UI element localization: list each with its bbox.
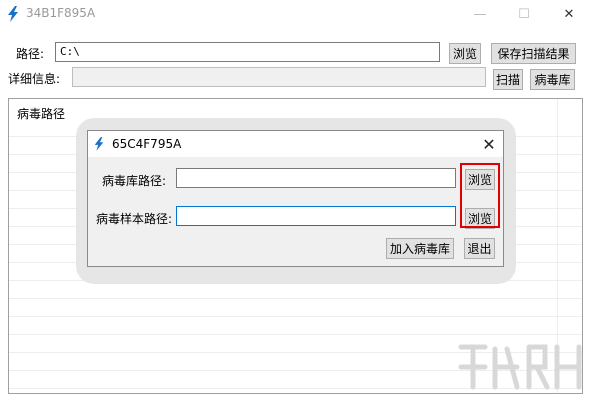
window-title: 34B1F895A — [26, 6, 96, 20]
list-column-divider — [557, 99, 558, 393]
lightning-icon — [94, 137, 104, 151]
browse-button[interactable]: 浏览 — [449, 43, 481, 64]
virus-sample-path-label: 病毒样本路径: — [96, 212, 173, 226]
path-label: 路径: — [16, 47, 45, 61]
lightning-icon — [8, 6, 18, 22]
minimize-icon: — — [473, 6, 487, 22]
browse-lib-button[interactable]: 浏览 — [465, 169, 495, 190]
title-bar: 34B1F895A — ☐ ✕ — [0, 0, 591, 28]
maximize-button[interactable]: ☐ — [502, 0, 546, 28]
virus-sample-path-input[interactable] — [176, 206, 456, 226]
exit-button[interactable]: 退出 — [464, 238, 495, 259]
list-header-virus-path: 病毒路径 — [17, 105, 70, 122]
virus-lib-path-input[interactable] — [176, 168, 456, 188]
detail-label: 详细信息: — [8, 72, 61, 86]
add-virus-dialog: 65C4F795A ✕ 病毒库路径: 浏览 病毒样本路径: 浏览 加入病毒库 退… — [87, 130, 504, 267]
dialog-title: 65C4F795A — [112, 137, 182, 151]
dialog-title-bar: 65C4F795A ✕ — [88, 131, 503, 157]
dialog-close-button[interactable]: ✕ — [478, 134, 500, 154]
add-to-library-button[interactable]: 加入病毒库 — [386, 238, 454, 259]
detail-field — [72, 67, 486, 87]
minimize-button[interactable]: — — [458, 0, 502, 28]
scan-button[interactable]: 扫描 — [493, 69, 523, 90]
browse-sample-button[interactable]: 浏览 — [465, 208, 495, 229]
maximize-icon: ☐ — [518, 6, 530, 22]
virus-library-button[interactable]: 病毒库 — [530, 69, 575, 90]
close-icon: ✕ — [482, 134, 496, 154]
virus-lib-path-label: 病毒库路径: — [102, 174, 167, 188]
path-input[interactable]: C:\ — [55, 42, 440, 62]
close-button[interactable]: ✕ — [547, 0, 591, 28]
close-icon: ✕ — [563, 6, 575, 22]
save-results-button[interactable]: 保存扫描结果 — [491, 43, 576, 64]
